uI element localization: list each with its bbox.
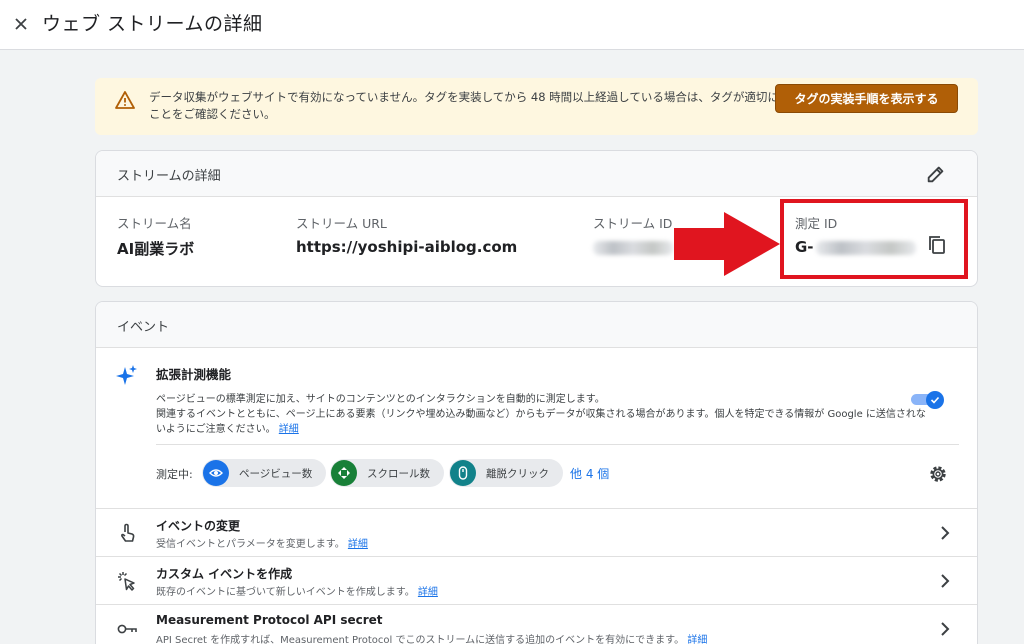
modify-events-title: イベントの変更 <box>156 519 241 533</box>
gear-icon[interactable] <box>928 464 948 484</box>
events-title: イベント <box>117 320 170 335</box>
measurement-protocol-details-link[interactable]: 詳細 <box>687 635 707 644</box>
more-events-link[interactable]: 他 4 個 <box>570 465 609 482</box>
toggle-knob <box>926 391 944 409</box>
chip-scrolls-label: スクロール数 <box>367 467 430 480</box>
page-title: ウェブ ストリームの詳細 <box>42 13 263 35</box>
pencil-icon[interactable] <box>925 163 947 185</box>
touch-icon <box>121 523 135 542</box>
description-line-1: ページビューの標準測定に加え、サイトのコンテンツとのインタラクションを自動的に測… <box>156 394 605 405</box>
create-custom-event-title: カスタム イベントを作成 <box>156 567 293 581</box>
stream-name-label: ストリーム名 <box>117 216 192 231</box>
modify-events-subtitle-text: 受信イベントとパラメータを変更します。 <box>156 539 345 550</box>
sparkle-icon <box>116 365 137 385</box>
enhanced-details-link[interactable]: 詳細 <box>279 424 299 435</box>
eye-icon <box>203 460 229 486</box>
key-icon <box>117 624 137 634</box>
create-custom-event-subtitle-text: 既存のイベントに基づいて新しいイベントを作成します。 <box>156 587 415 598</box>
close-button[interactable] <box>8 11 34 37</box>
stream-name-value: AI副業ラボ <box>117 240 195 258</box>
enhanced-measurement-description: ページビューの標準測定に加え、サイトのコンテンツとのインタラクションを自動的に測… <box>156 392 926 437</box>
measuring-label: 測定中: <box>156 468 193 481</box>
measurement-protocol-subtitle: API Secret を作成すれば、Measurement Protocol で… <box>156 631 707 644</box>
create-custom-event-row[interactable]: カスタム イベントを作成 既存のイベントに基づいて新しいイベントを作成します。 … <box>96 556 977 604</box>
enhanced-measurement-toggle[interactable] <box>911 391 944 409</box>
enhanced-measurement-section: 拡張計測機能 ページビューの標準測定に加え、サイトのコンテンツとのインタラクショ… <box>96 349 977 507</box>
measurement-protocol-subtitle-text: API Secret を作成すれば、Measurement Protocol で… <box>156 635 685 644</box>
chevron-right-icon <box>941 622 950 636</box>
events-header: イベント <box>96 302 977 348</box>
measurement-protocol-row[interactable]: Measurement Protocol API secret API Secr… <box>96 604 977 644</box>
stream-url-field: ストリーム URL https://yoshipi-aiblog.com <box>296 213 517 256</box>
check-icon <box>930 396 940 404</box>
stream-id-value-redacted <box>593 238 673 256</box>
description-line-2: 関連するイベントとともに、ページ上にある要素（リンクや埋め込み動画など）からもデ… <box>156 409 926 435</box>
chevron-right-icon <box>941 574 950 588</box>
create-custom-event-details-link[interactable]: 詳細 <box>418 587 438 598</box>
copy-icon[interactable] <box>927 235 947 255</box>
chip-outbound-clicks-label: 離脱クリック <box>486 467 549 480</box>
red-arrow-annotation <box>674 212 780 276</box>
top-bar: ウェブ ストリームの詳細 <box>0 0 1024 50</box>
stream-details-header: ストリームの詳細 <box>96 151 977 197</box>
modify-events-details-link[interactable]: 詳細 <box>348 539 368 550</box>
measurement-protocol-title: Measurement Protocol API secret <box>156 613 383 627</box>
enhanced-measurement-title: 拡張計測機能 <box>156 367 232 382</box>
measuring-row: 測定中: ページビュー数 スクロール数 離脱クリック 他 4 個 <box>156 457 946 487</box>
events-card: イベント 拡張計測機能 ページビューの標準測定に加え、サイトのコンテンツとのイン… <box>95 301 978 644</box>
chip-scrolls[interactable]: スクロール数 <box>330 459 444 487</box>
mouse-icon <box>450 460 476 486</box>
stream-url-label: ストリーム URL <box>296 216 387 231</box>
click-icon <box>118 572 135 591</box>
scroll-arrows-icon <box>331 460 357 486</box>
show-tag-instructions-button[interactable]: タグの実装手順を表示する <box>775 84 958 113</box>
close-icon <box>15 18 27 30</box>
stream-url-value: https://yoshipi-aiblog.com <box>296 238 518 256</box>
stream-id-label: ストリーム ID <box>593 216 673 231</box>
warning-icon <box>115 91 135 109</box>
section-divider <box>156 444 959 445</box>
chip-page-views[interactable]: ページビュー数 <box>202 459 327 487</box>
modify-events-row[interactable]: イベントの変更 受信イベントとパラメータを変更します。 詳細 <box>96 508 977 556</box>
chip-page-views-label: ページビュー数 <box>239 467 313 480</box>
chip-outbound-clicks[interactable]: 離脱クリック <box>449 459 563 487</box>
stream-id-field: ストリーム ID <box>593 213 673 256</box>
chevron-right-icon <box>941 526 950 540</box>
data-collection-warning-banner: データ収集がウェブサイトで有効になっていません。タグを実装してから 48 時間以… <box>95 78 978 135</box>
create-custom-event-subtitle: 既存のイベントに基づいて新しいイベントを作成します。 詳細 <box>156 583 438 598</box>
stream-name-field: ストリーム名 AI副業ラボ <box>117 213 194 259</box>
stream-details-title: ストリームの詳細 <box>117 169 221 184</box>
banner-message: データ収集がウェブサイトで有効になっていません。タグを実装してから 48 時間以… <box>149 90 859 121</box>
modify-events-subtitle: 受信イベントとパラメータを変更します。 詳細 <box>156 535 368 550</box>
